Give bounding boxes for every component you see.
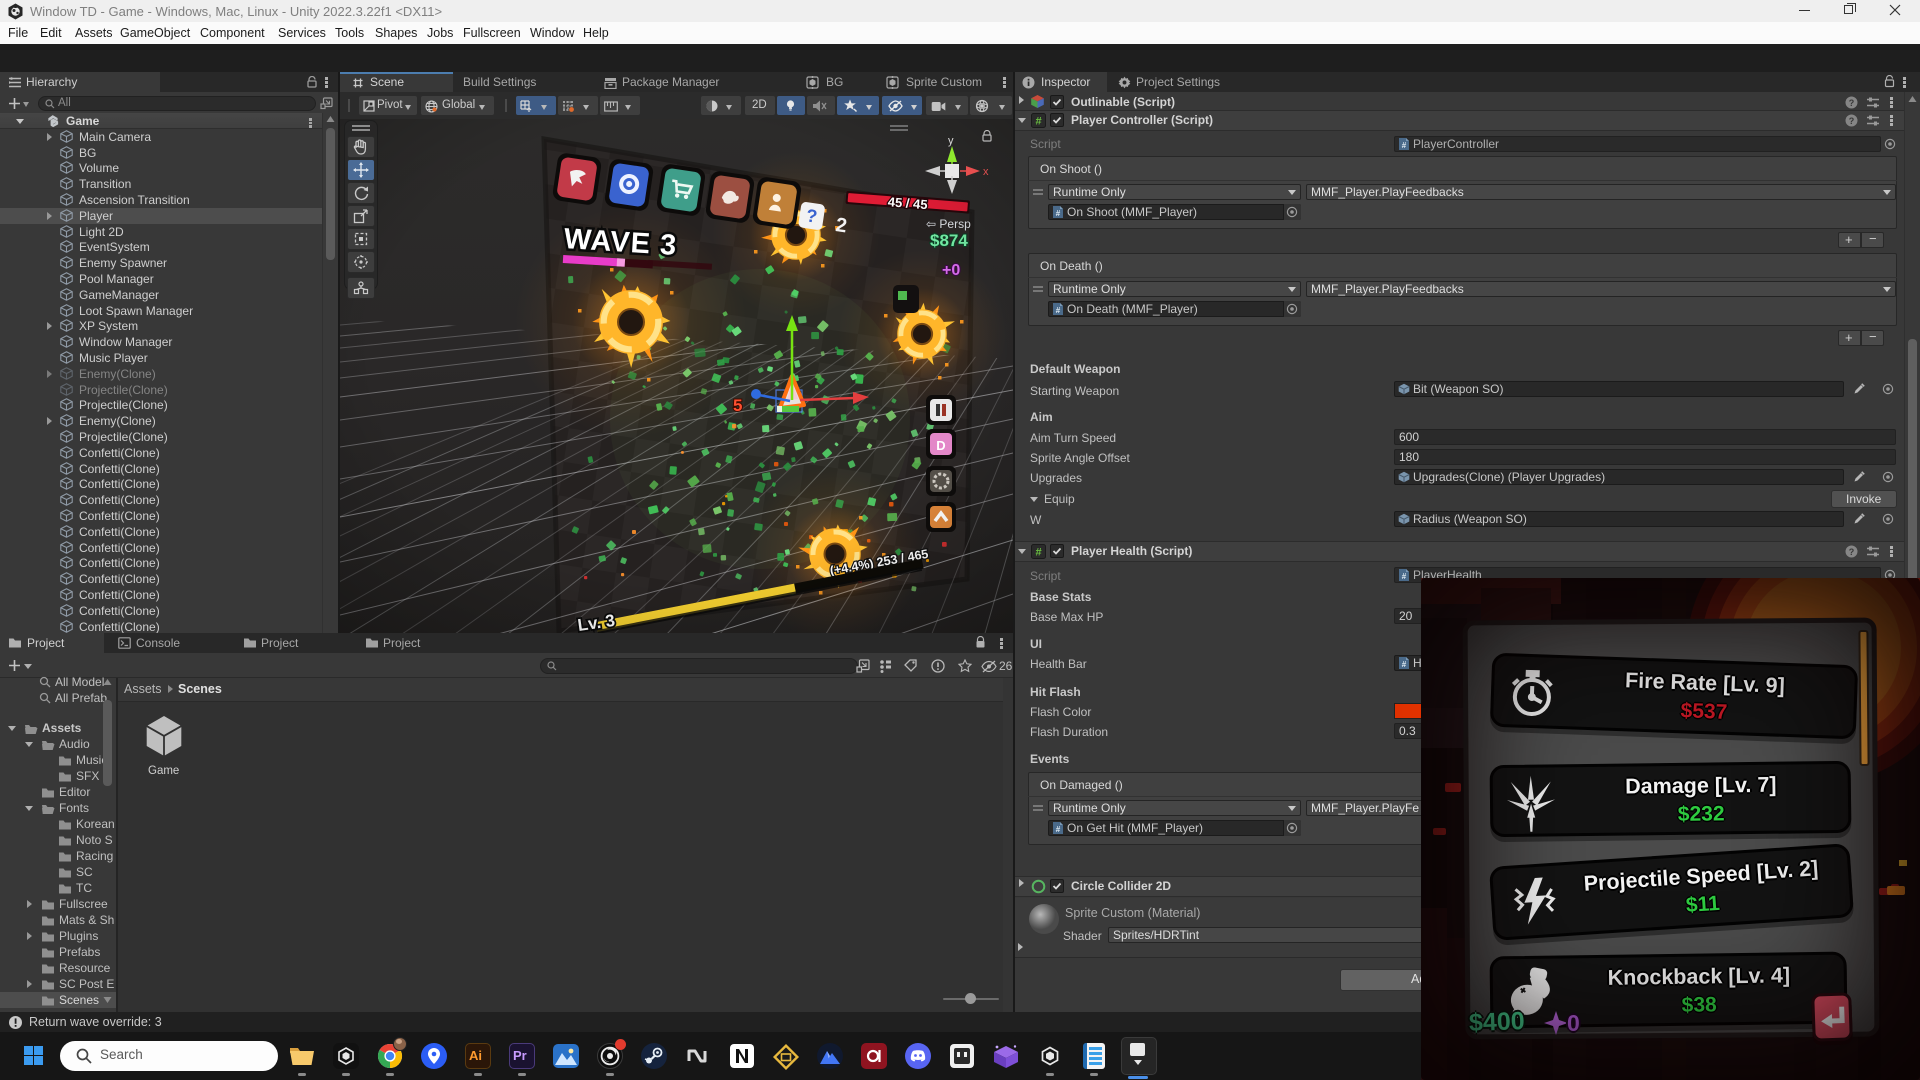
svg-text:#: #: [1056, 825, 1061, 834]
svg-text:#: #: [1035, 116, 1041, 128]
svg-text:?: ?: [1849, 98, 1855, 108]
svg-text:#: #: [1056, 209, 1061, 218]
svg-text:y: y: [948, 135, 954, 147]
svg-text:#: #: [1056, 306, 1061, 315]
svg-text:#: #: [1402, 660, 1407, 669]
svg-text:#: #: [1035, 547, 1041, 559]
svg-text:#: #: [1402, 141, 1407, 150]
svg-text:?: ?: [1849, 547, 1855, 557]
svg-text:?: ?: [1849, 116, 1855, 126]
svg-text:x: x: [983, 166, 989, 178]
svg-text:#: #: [1402, 572, 1407, 581]
